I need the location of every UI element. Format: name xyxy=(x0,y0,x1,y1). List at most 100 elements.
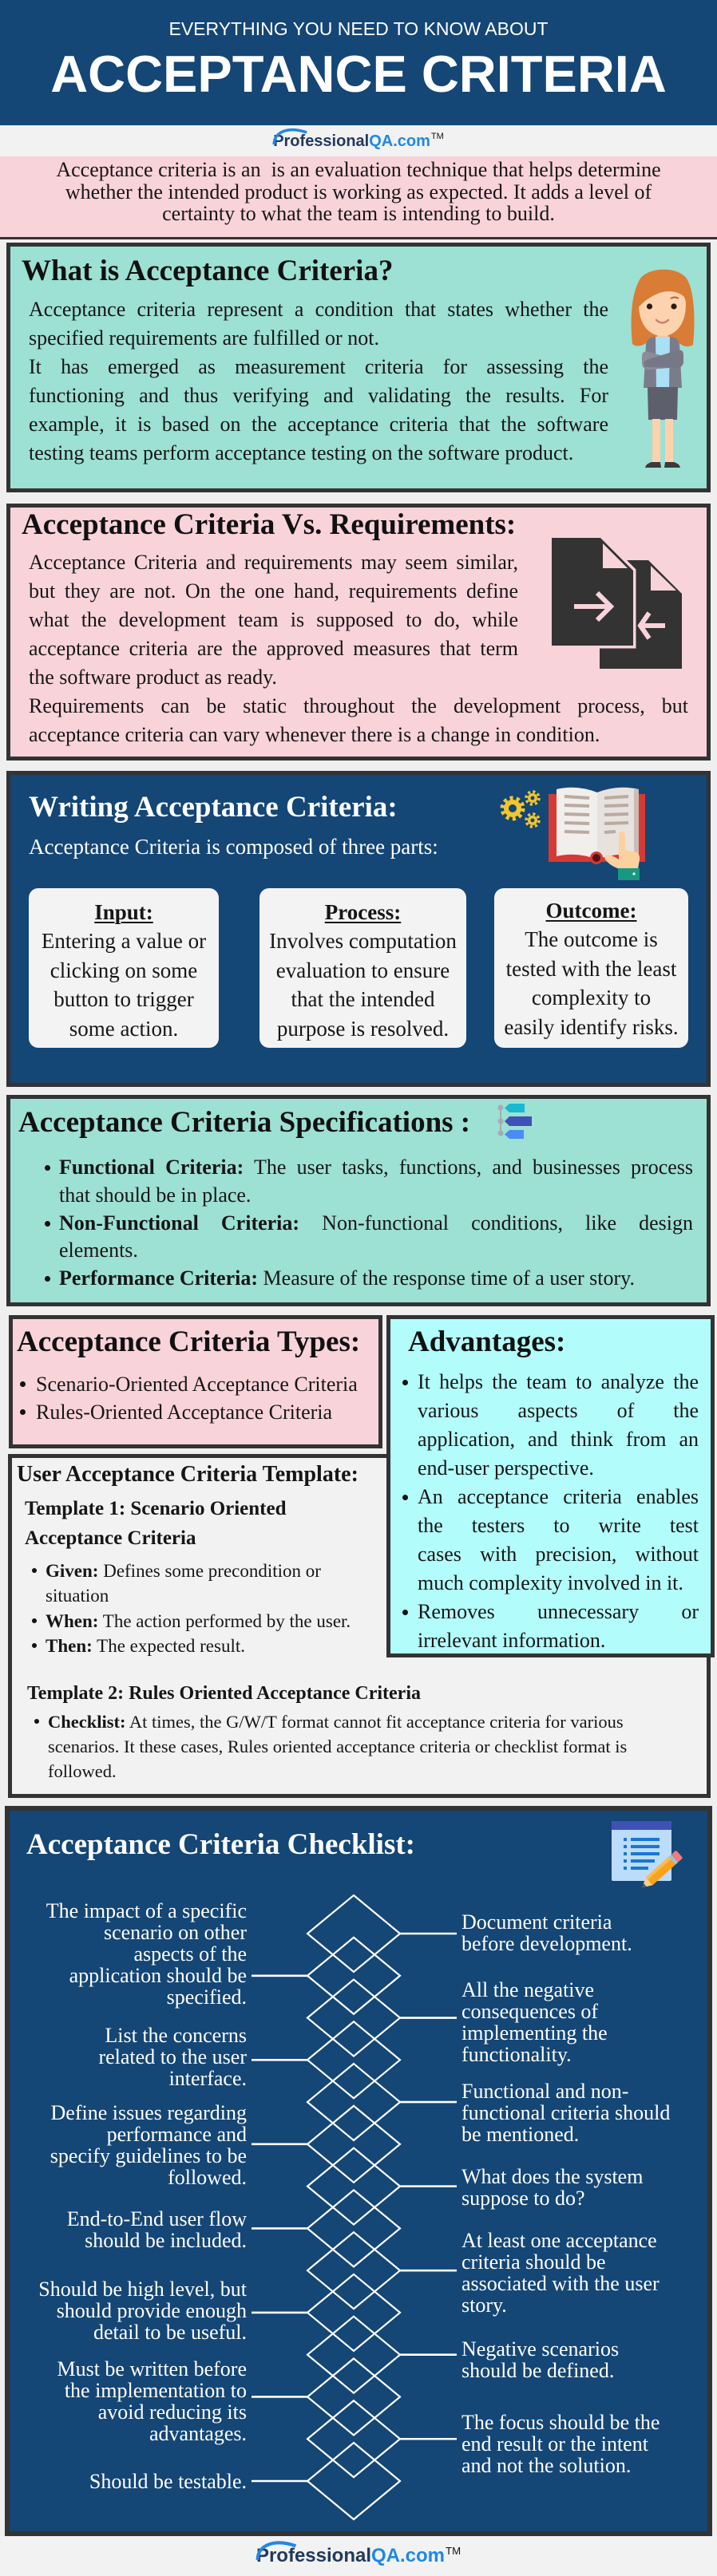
item-text: The expected result. xyxy=(97,1635,245,1656)
text-line: acceptance criteria are the approved mea… xyxy=(29,637,518,660)
text-line: complexity to xyxy=(531,986,652,1009)
text-line: related to the user xyxy=(98,2045,247,2068)
text-line: Functional and non- xyxy=(461,2079,629,2103)
header-banner: EVERYTHING YOU NEED TO KNOW ABOUT ACCEPT… xyxy=(0,0,717,125)
item-label: Given: xyxy=(46,1561,99,1581)
text-line: At least one acceptance xyxy=(461,2228,657,2252)
section-title: Acceptance Criteria Types: xyxy=(17,1326,361,1358)
text-line: cases with precision, without xyxy=(418,1543,699,1566)
intro-banner: Acceptance criteria is an is an evaluati… xyxy=(0,156,717,237)
text-line: Template 1: Scenario Oriented xyxy=(25,1497,287,1519)
chain-diamond xyxy=(306,2188,402,2268)
text-line: Involves computation xyxy=(269,929,457,953)
text-line: the software product as ready. xyxy=(29,666,277,689)
list-item: Given: Defines some precondition or situ… xyxy=(32,1559,351,1609)
item-text: Removes unnecessary or irrelevant informa… xyxy=(418,1598,699,1655)
logo-trademark: TM xyxy=(430,132,444,141)
checklist-item-right: All the negative consequences of implement… xyxy=(461,1979,608,2065)
header-eyebrow: EVERYTHING YOU NEED TO KNOW ABOUT xyxy=(168,18,549,39)
intro-text: Acceptance criteria is an is an evaluati… xyxy=(0,159,717,225)
text-line: should be defined. xyxy=(461,2358,615,2382)
divider xyxy=(0,237,717,239)
text-line: interface. xyxy=(168,2066,247,2090)
text-line: easily identify risks. xyxy=(504,1014,679,1039)
part-card-input: Input: Entering a value or clicking on so… xyxy=(29,888,219,1048)
text-line: scenarios. It these cases, Rules oriente… xyxy=(48,1736,628,1756)
text-line: Removes unnecessary or xyxy=(418,1600,699,1623)
footer: ProfessionalQA.comTM xyxy=(0,2536,717,2576)
text-line: but they are not. On the one hand, requi… xyxy=(29,579,518,603)
item-continuation: elements. xyxy=(59,1237,693,1265)
text-line: certainty to what the team is intending … xyxy=(162,202,555,225)
template2-list: Checklist: At times, the G/W/T format ca… xyxy=(34,1709,628,1784)
section-writing: Writing Acceptance Criteria: Acceptance … xyxy=(6,771,711,1087)
chain-diamond xyxy=(306,2230,402,2310)
text-line: specified requirements are fulfilled or … xyxy=(29,326,379,350)
text-line: button to trigger xyxy=(53,987,194,1011)
part-heading: Input: xyxy=(94,900,153,924)
template1-heading: Template 1: Scenario Oriented Acceptance … xyxy=(25,1494,287,1553)
text-line: acceptance criteria can vary whenever th… xyxy=(29,723,600,746)
logo-arc-icon xyxy=(272,128,307,145)
text-line: An acceptance criteria enables xyxy=(418,1485,699,1508)
section-subtitle: Acceptance Criteria is composed of three… xyxy=(29,835,438,859)
section-types: Acceptance Criteria Types: Scenario-Orie… xyxy=(9,1315,382,1448)
chain-diamond xyxy=(306,2020,402,2100)
checklist-item-right: Negative scenarios should be defined. xyxy=(461,2338,619,2381)
checklist-item-left: Define issues regarding performance and sp… xyxy=(5,2102,247,2188)
text-line: List the concerns xyxy=(105,2023,247,2047)
text-line: some action. xyxy=(69,1016,179,1041)
chain-diamond xyxy=(306,2062,402,2142)
part-heading: Outcome: xyxy=(545,899,637,923)
item-label: Then: xyxy=(46,1635,93,1656)
item-text: It helps the team to analyze the various … xyxy=(418,1368,699,1483)
text-line: The outcome is xyxy=(525,927,658,951)
item-continuation: that should be in place. xyxy=(59,1182,693,1210)
logo-arc-icon xyxy=(256,2541,297,2561)
text-line: End-to-End user flow xyxy=(66,2207,247,2230)
text-line: Acceptance Criteria and requirements may… xyxy=(29,551,518,574)
text-line: advantages. xyxy=(149,2421,247,2445)
logo-suffix: QA.com xyxy=(370,2545,446,2566)
item-continuation: situation xyxy=(46,1583,351,1608)
text-line: functional criteria should xyxy=(461,2100,671,2124)
text-line: Acceptance criteria represent a conditio… xyxy=(29,298,608,321)
advantages-list: It helps the team to analyze the various … xyxy=(402,1368,699,1655)
item-text: Measure of the response time of a user s… xyxy=(263,1266,635,1290)
list-item: An acceptance criteria enables the tester… xyxy=(402,1483,699,1598)
list-item: Functional Criteria: The user tasks, fun… xyxy=(45,1154,693,1210)
hierarchy-tags-icon xyxy=(497,1104,532,1139)
section-vs-requirements: Acceptance Criteria Vs. Requirements: Ac… xyxy=(6,504,711,761)
section-title: What is Acceptance Criteria? xyxy=(22,255,394,287)
text-line: purpose is resolved. xyxy=(276,1016,450,1041)
text-line: The focus should be the xyxy=(461,2410,660,2434)
list-item: Removes unnecessary or irrelevant informa… xyxy=(402,1598,699,1655)
text-line: end result or the intent xyxy=(461,2432,648,2455)
list-item: Checklist: At times, the G/W/T format ca… xyxy=(34,1709,628,1784)
bullet-icon xyxy=(45,1276,50,1282)
text-line: specify guidelines to be xyxy=(50,2143,247,2167)
text-line: Performance Criteria: Measure of the res… xyxy=(59,1265,693,1293)
text-line: Requirements can be static throughout th… xyxy=(29,694,688,717)
text-line: application should be xyxy=(69,1963,247,1987)
text-line: that the intended xyxy=(291,987,435,1011)
bullet-icon xyxy=(45,1165,50,1171)
chain-diamond xyxy=(306,2441,402,2521)
chain-diamond xyxy=(306,2104,402,2184)
professionalqa-logo: ProfessionalQA.comTM xyxy=(256,2541,461,2568)
checklist-item-right: At least one acceptance criteria should b… xyxy=(461,2230,660,2316)
text-line: story. xyxy=(461,2293,507,2317)
checklist-item-right: What does the system suppose to do? xyxy=(461,2166,643,2209)
part-card-outcome: Outcome: The outcome is tested with the l… xyxy=(494,888,688,1048)
list-item: Then: The expected result. xyxy=(32,1634,351,1658)
checklist-item-right: The focus should be the end result or the… xyxy=(461,2412,660,2476)
template2-heading: Template 2: Rules Oriented Acceptance Cr… xyxy=(27,1683,421,1704)
section-advantages: Advantages: It helps the team to analyze… xyxy=(386,1315,715,1657)
part-card-process: Process: Involves computation evaluation … xyxy=(259,888,466,1048)
list-item: Performance Criteria: Measure of the res… xyxy=(45,1265,693,1293)
bullet-icon xyxy=(32,1618,37,1623)
checklist-item-left: Must be written before the implementation… xyxy=(5,2358,247,2444)
chain-diamond xyxy=(306,1936,402,2016)
section-what-is: What is Acceptance Criteria? Acceptance … xyxy=(6,243,711,492)
text-line: application, and think from an xyxy=(418,1428,699,1451)
